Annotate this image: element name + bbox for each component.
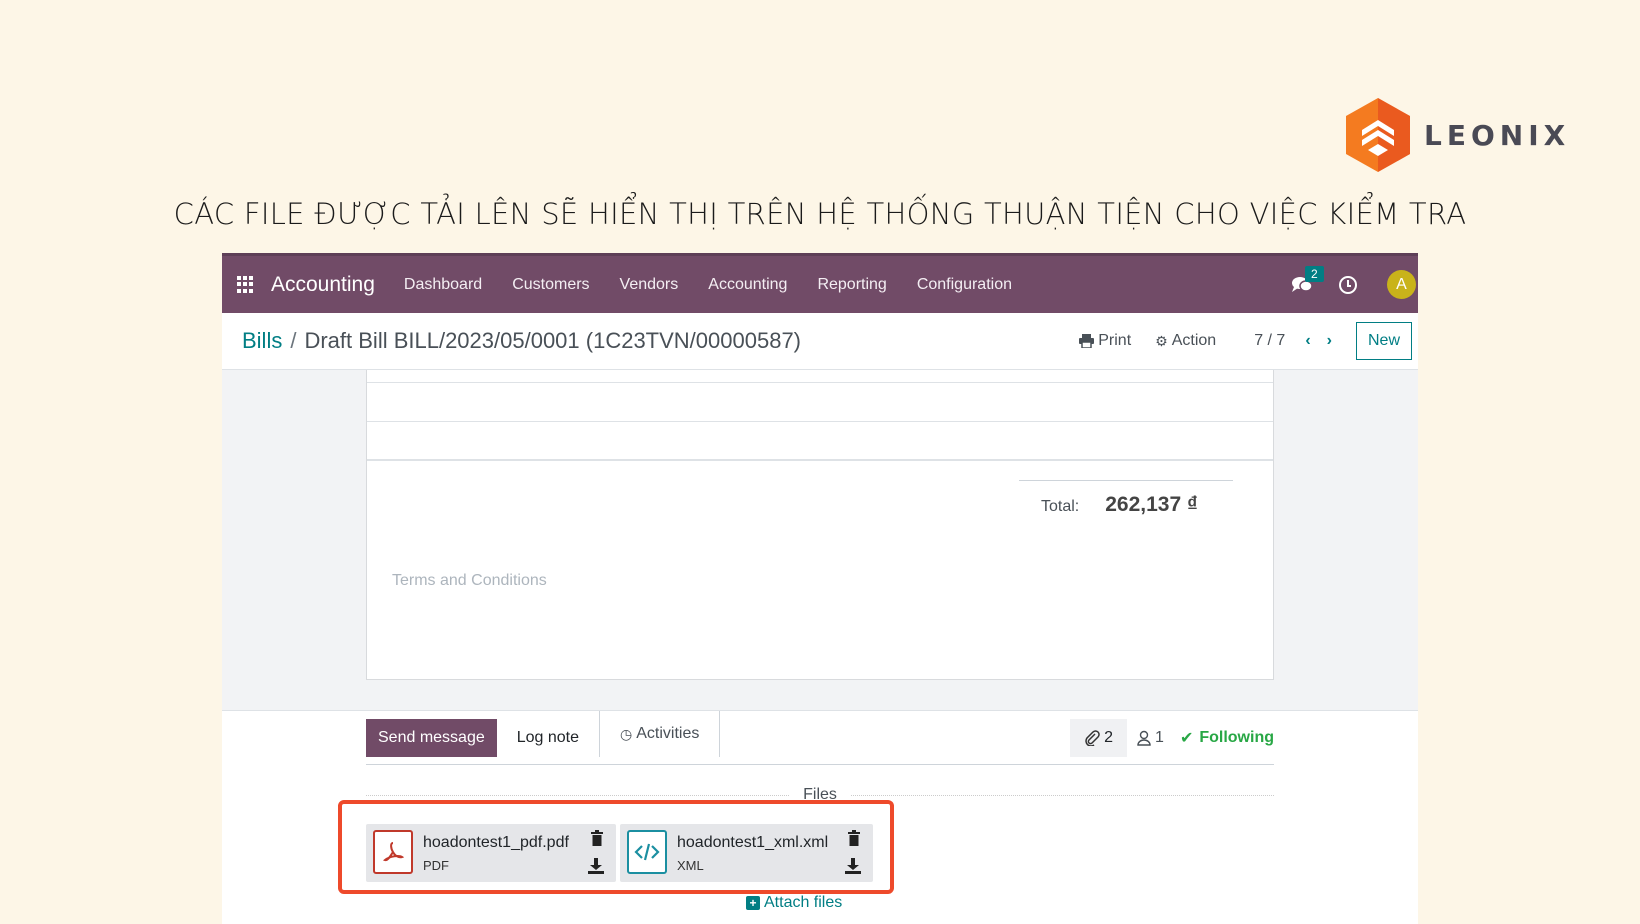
invoice-line-row <box>367 383 1273 422</box>
leonix-logo: LEONIX <box>1344 96 1570 174</box>
leonix-logo-icon <box>1346 98 1410 172</box>
total-value: 262,137 ₫ <box>1105 493 1198 516</box>
menu-dashboard[interactable]: Dashboard <box>389 276 497 294</box>
page-headline: CÁC FILE ĐƯỢC TẢI LÊN SẼ HIỂN THỊ TRÊN H… <box>173 197 1467 231</box>
log-note-button[interactable]: Log note <box>497 719 599 757</box>
attachment-card[interactable]: hoadontest1_pdf.pdf PDF <box>366 824 616 882</box>
following-button[interactable]: ✔ Following <box>1174 728 1274 748</box>
attach-files-button[interactable]: + Attach files <box>746 894 842 912</box>
logo-text: LEONIX <box>1424 118 1571 152</box>
user-avatar[interactable]: A <box>1387 270 1416 299</box>
menu-reporting[interactable]: Reporting <box>802 276 901 294</box>
main-menu: Dashboard Customers Vendors Accounting R… <box>389 276 1027 294</box>
chatter: Send message Log note ◷ Activities 2 1 ✔… <box>222 710 1418 924</box>
follower-count: 1 <box>1155 729 1164 746</box>
attachments-button[interactable]: 2 <box>1070 719 1128 757</box>
attachment-name: hoadontest1_xml.xml <box>677 834 829 851</box>
terms-conditions-field[interactable]: Terms and Conditions <box>392 572 547 590</box>
attachment-type: PDF <box>423 858 449 873</box>
attachment-name: hoadontest1_pdf.pdf <box>423 834 569 851</box>
apps-grid-icon[interactable] <box>237 275 255 294</box>
new-button[interactable]: New <box>1355 322 1412 360</box>
activity-clock-icon[interactable] <box>1339 275 1357 294</box>
breadcrumb-bills-link[interactable]: Bills <box>242 328 282 354</box>
odoo-app-window: Accounting Dashboard Customers Vendors A… <box>222 253 1418 924</box>
action-label: Action <box>1171 332 1217 349</box>
paperclip-icon <box>1085 730 1100 746</box>
menu-accounting[interactable]: Accounting <box>693 276 802 294</box>
plus-square-icon: + <box>746 896 760 910</box>
attachment-type: XML <box>677 858 704 873</box>
download-icon[interactable] <box>845 858 861 874</box>
trash-icon[interactable] <box>847 830 861 846</box>
menu-vendors[interactable]: Vendors <box>605 276 694 294</box>
totals-block: Total: 262,137 ₫ <box>1019 480 1233 517</box>
breadcrumb-separator: / <box>290 328 297 353</box>
activities-label: Activities <box>636 725 700 742</box>
pager-previous-icon[interactable]: ‹ <box>1305 332 1310 350</box>
menu-customers[interactable]: Customers <box>497 276 604 294</box>
check-icon: ✔ <box>1179 730 1194 747</box>
following-label: Following <box>1199 729 1274 746</box>
pager-next-icon[interactable]: › <box>1327 332 1332 350</box>
print-button[interactable]: Print <box>1079 332 1131 350</box>
clock-icon: ◷ <box>620 725 633 742</box>
pdf-icon <box>373 830 413 874</box>
pager-value[interactable]: 7 / 7 <box>1254 332 1285 350</box>
messages-icon[interactable]: 2 <box>1291 265 1324 294</box>
print-label: Print <box>1098 332 1132 349</box>
form-sheet: Total: 262,137 ₫ Terms and Conditions <box>366 370 1274 680</box>
user-icon <box>1137 730 1151 746</box>
menu-configuration[interactable]: Configuration <box>902 276 1027 294</box>
code-icon <box>627 830 667 874</box>
attachment-count: 2 <box>1104 729 1114 746</box>
action-button[interactable]: ⚙ Action <box>1155 332 1216 350</box>
trash-icon[interactable] <box>590 830 604 846</box>
activities-button[interactable]: ◷ Activities <box>599 711 721 757</box>
control-panel: Bills / Draft Bill BILL/2023/05/0001 (1C… <box>222 313 1418 370</box>
download-icon[interactable] <box>588 858 604 874</box>
messages-badge: 2 <box>1305 265 1324 282</box>
attachment-card[interactable]: hoadontest1_xml.xml XML <box>620 824 873 882</box>
breadcrumb: Bills / Draft Bill BILL/2023/05/0001 (1C… <box>242 328 801 354</box>
invoice-line-row <box>367 422 1273 461</box>
chatter-topbar: Send message Log note ◷ Activities 2 1 ✔… <box>366 711 1274 765</box>
invoice-line-row <box>367 370 1273 383</box>
attach-files-label: Attach files <box>764 894 843 911</box>
gear-icon: ⚙ <box>1155 332 1168 349</box>
total-label: Total: <box>1041 498 1080 515</box>
top-navbar: Accounting Dashboard Customers Vendors A… <box>222 253 1418 313</box>
send-message-button[interactable]: Send message <box>366 719 497 757</box>
breadcrumb-current: Draft Bill BILL/2023/05/0001 (1C23TVN/00… <box>304 328 802 353</box>
followers-button[interactable]: 1 <box>1127 729 1174 747</box>
app-name[interactable]: Accounting <box>271 273 375 297</box>
print-icon <box>1079 334 1095 348</box>
